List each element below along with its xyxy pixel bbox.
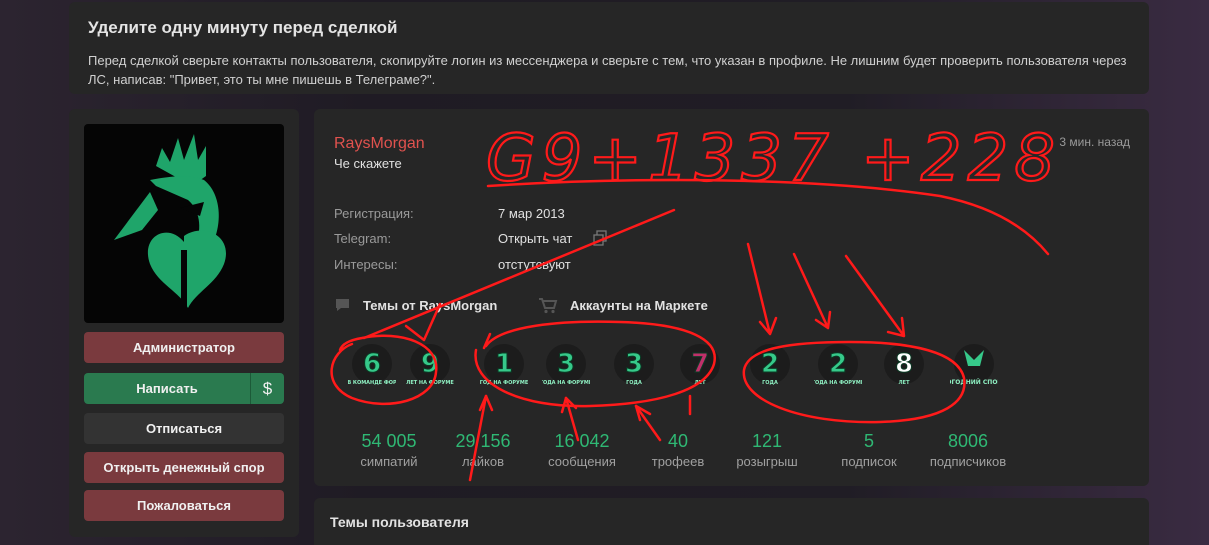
- trophy-badge[interactable]: НОВОГОДНИЙ СПОНСОР: [932, 342, 1017, 390]
- stat-1[interactable]: 29 156 лайков: [438, 431, 528, 469]
- badge-caption: ЛЕТ НА ФОРУМЕ: [406, 380, 454, 386]
- stat-label: лайков: [461, 454, 505, 469]
- badge-number: 7: [691, 349, 709, 379]
- stat-3[interactable]: 40 трофеев: [633, 431, 723, 469]
- profile-sidebar: Администратор Написать $ Отписаться Откр…: [69, 109, 299, 537]
- profile-panel: RaysMorgan Че скажете 3 мин. назад Регис…: [314, 109, 1149, 486]
- info-value: отстутсвуют: [498, 257, 571, 272]
- badge-icon: 3ГОДА НА ФОРУМЕ: [540, 344, 593, 386]
- badge-icon: 1ГОД НА ФОРУМЕ: [480, 344, 529, 386]
- cart-icon: [539, 298, 558, 314]
- badge-number: 9: [421, 349, 439, 379]
- username[interactable]: RaysMorgan: [334, 135, 425, 153]
- avatar[interactable]: [84, 124, 284, 323]
- info-value: 7 мар 2013: [498, 206, 565, 221]
- stat-label: сообщения: [548, 454, 616, 469]
- badge-icon: 9ЛЕТ НА ФОРУМЕ: [406, 344, 454, 386]
- badge-number: 8: [895, 349, 913, 379]
- trophy-badge[interactable]: 3 ГОДА: [610, 342, 658, 390]
- notice-title: Уделите одну минуту перед сделкой: [88, 18, 398, 37]
- badge-icon: 6ЛЕТ В КОМАНДЕ ФОРУМА: [335, 344, 410, 386]
- badge-number: 3: [625, 349, 643, 379]
- stat-value: 40: [667, 431, 689, 451]
- badge-icon: НОВОГОДНИЙ СПОНСОР: [932, 344, 1017, 386]
- stat-value: 8006: [947, 431, 989, 451]
- stat-value: 121: [751, 431, 783, 451]
- market-accounts-link[interactable]: Аккаунты на Маркете: [538, 297, 708, 314]
- copy-icon[interactable]: [592, 230, 608, 246]
- badge-icon: 8ЛЕТ: [884, 344, 924, 386]
- stat-value: 16 042: [554, 431, 610, 451]
- badge-icon: 2ГОДА НА ФОРУМЕ: [812, 344, 865, 386]
- badge-icon: 7ЛЕТ: [680, 344, 720, 386]
- info-key: Регистрация:: [334, 206, 414, 221]
- trophy-badge[interactable]: 9 ЛЕТ НА ФОРУМЕ: [406, 342, 454, 390]
- unsubscribe-button[interactable]: Отписаться: [84, 413, 284, 444]
- report-button[interactable]: Пожаловаться: [84, 490, 284, 521]
- info-key: Telegram:: [334, 231, 392, 246]
- chat-bubble-icon: [336, 299, 349, 311]
- badge-caption: ГОДА: [762, 380, 778, 386]
- last-seen-time: 3 мин. назад: [1059, 135, 1130, 149]
- trophy-badge[interactable]: 8 ЛЕТ: [880, 342, 928, 390]
- open-dispute-button[interactable]: Открыть денежный спор: [84, 452, 284, 483]
- user-status: Че скажете: [334, 156, 402, 171]
- market-accounts-label: Аккаунты на Маркете: [570, 298, 708, 313]
- trophy-badge[interactable]: 6ЛЕТ В КОМАНДЕ ФОРУМА: [335, 342, 410, 390]
- stat-0[interactable]: 54 005 симпатий: [344, 431, 434, 469]
- write-message-button[interactable]: Написать $: [84, 373, 284, 404]
- user-topics-link[interactable]: Темы от RaysMorgan: [334, 297, 497, 313]
- badge-caption: ЛЕТ: [899, 380, 911, 386]
- badge-caption: ГОД НА ФОРУМЕ: [480, 380, 528, 386]
- badge-number: 3: [557, 349, 575, 379]
- stat-6[interactable]: 8006 подписчиков: [923, 431, 1013, 469]
- badge-caption: ГОДА: [626, 380, 642, 386]
- rooster-logo-icon: [114, 134, 226, 308]
- badge-caption: НОВОГОДНИЙ СПОНСОР: [950, 378, 998, 386]
- stat-5[interactable]: 5 подписок: [824, 431, 914, 469]
- stat-2[interactable]: 16 042 сообщения: [537, 431, 627, 469]
- badge-caption: ГОДА НА ФОРУМЕ: [542, 380, 590, 386]
- user-topics-title: Темы пользователя: [330, 514, 469, 530]
- info-key: Интересы:: [334, 257, 398, 272]
- stat-4[interactable]: 121 розыгрыш: [722, 431, 812, 469]
- write-label: Написать: [136, 381, 198, 396]
- stat-label: подписок: [841, 454, 897, 469]
- badge-icon: 2ГОДА: [750, 344, 790, 386]
- telegram-link[interactable]: Открыть чат: [498, 231, 572, 246]
- trophy-badge[interactable]: 2 ГОДА НА ФОРУМЕ: [812, 342, 865, 390]
- trophy-badge[interactable]: 1 ГОД НА ФОРУМЕ: [480, 342, 529, 390]
- trophy-badge[interactable]: 3 ГОДА НА ФОРУМЕ: [540, 342, 593, 390]
- stat-label: подписчиков: [929, 454, 1007, 469]
- badge-number: 6: [363, 349, 381, 379]
- badge-number: 2: [829, 349, 847, 379]
- role-badge-button[interactable]: Администратор: [84, 332, 284, 363]
- stat-value: 29 156: [455, 431, 511, 451]
- trophy-badge[interactable]: 7 ЛЕТ: [676, 342, 724, 390]
- stat-label: розыгрыш: [736, 454, 798, 469]
- send-money-button[interactable]: $: [250, 373, 284, 404]
- notice-text: Перед сделкой сверьте контакты пользоват…: [88, 53, 1127, 87]
- stat-label: трофеев: [651, 454, 705, 469]
- stat-value: 5: [863, 431, 874, 451]
- badge-number: 2: [761, 349, 779, 379]
- user-topics-section: Темы пользователя: [314, 498, 1149, 545]
- user-topics-label: Темы от RaysMorgan: [363, 297, 498, 313]
- badge-caption: ЛЕТ В КОМАНДЕ ФОРУМА: [348, 380, 396, 386]
- badge-icon: 3ГОДА: [614, 344, 654, 386]
- badge-caption: ГОДА НА ФОРУМЕ: [814, 380, 862, 386]
- stat-label: симпатий: [360, 454, 418, 469]
- badge-caption: ЛЕТ: [695, 380, 707, 386]
- badge-number: 1: [495, 349, 513, 379]
- trophy-badge[interactable]: 2 ГОДА: [746, 342, 794, 390]
- notice-panel: Уделите одну минуту перед сделкой Перед …: [69, 2, 1149, 94]
- stat-value: 54 005: [361, 431, 417, 451]
